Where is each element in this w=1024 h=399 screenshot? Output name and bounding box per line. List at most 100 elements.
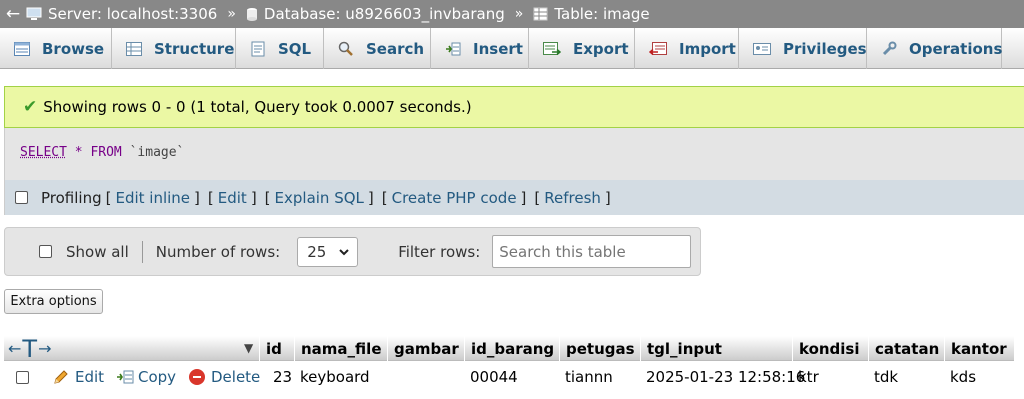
create-php-code-link[interactable]: Create PHP code bbox=[392, 189, 517, 207]
sql-select-keyword[interactable]: SELECT bbox=[20, 145, 67, 160]
tab-sql-label: SQL bbox=[278, 39, 312, 58]
row-checkbox-cell bbox=[16, 361, 29, 393]
profiling-label: Profiling bbox=[41, 188, 102, 207]
profiling-checkbox[interactable] bbox=[15, 191, 28, 204]
back-arrow-icon[interactable]: ← bbox=[0, 4, 26, 24]
edit-label: Edit bbox=[75, 368, 105, 386]
insert-icon bbox=[445, 41, 461, 57]
table-header: ← T → ▼ id nama_file gambar id_barang pe… bbox=[4, 334, 1014, 363]
table-row: Edit Copy Delete 23 keyboard 00044 tiann… bbox=[4, 361, 1014, 393]
search-icon bbox=[338, 41, 354, 57]
row-checkbox[interactable] bbox=[16, 370, 29, 384]
col-header-gambar[interactable]: gambar bbox=[387, 336, 459, 361]
cell-id-barang[interactable]: 00044 bbox=[470, 361, 518, 393]
tab-export[interactable]: Export bbox=[529, 28, 635, 69]
pencil-icon bbox=[54, 370, 68, 384]
delete-icon bbox=[189, 369, 205, 385]
divider bbox=[141, 240, 143, 263]
crumb-table-label: Table: image bbox=[554, 5, 650, 23]
col-header-tgl-input[interactable]: tgl_input bbox=[640, 336, 722, 361]
import-icon bbox=[649, 41, 667, 57]
chevron-down-icon bbox=[339, 248, 349, 255]
tab-sql[interactable]: SQL bbox=[236, 28, 324, 69]
crumb-server[interactable]: Server: localhost:3306 bbox=[26, 5, 217, 23]
show-all-checkbox[interactable] bbox=[39, 245, 52, 258]
tab-export-label: Export bbox=[573, 39, 629, 58]
tab-insert-label: Insert bbox=[473, 39, 523, 58]
tab-operations-label: Operations bbox=[909, 39, 1003, 58]
breadcrumb: ← Server: localhost:3306 » Database: u89… bbox=[0, 0, 1024, 28]
structure-icon bbox=[126, 41, 142, 57]
check-icon: ✔ bbox=[23, 97, 38, 117]
operations-icon bbox=[881, 41, 897, 57]
export-icon bbox=[543, 41, 561, 57]
crumb-table[interactable]: Table: image bbox=[533, 5, 650, 23]
rows-select[interactable]: 25 bbox=[297, 236, 359, 267]
copy-label: Copy bbox=[138, 368, 177, 386]
navigation-bar: Show all Number of rows: 25 Filter rows:… bbox=[4, 227, 701, 276]
crumb-separator: » bbox=[227, 6, 236, 22]
tab-browse[interactable]: Browse bbox=[0, 28, 112, 69]
rows-select-value: 25 bbox=[307, 242, 327, 261]
edit-link[interactable]: Edit bbox=[218, 189, 247, 207]
success-message: ✔ Showing rows 0 - 0 (1 total, Query too… bbox=[4, 86, 1024, 128]
crumb-server-label: Server: localhost:3306 bbox=[48, 5, 218, 23]
tab-browse-label: Browse bbox=[42, 39, 105, 58]
tab-more[interactable] bbox=[1002, 28, 1024, 69]
sql-table-name: `image` bbox=[129, 145, 185, 160]
tab-search-label: Search bbox=[366, 39, 425, 58]
profiling-bar: Profiling [Edit inline] [Edit] [Explain … bbox=[4, 180, 1024, 215]
col-header-id-barang[interactable]: id_barang bbox=[464, 336, 554, 361]
delete-button[interactable]: Delete bbox=[189, 361, 260, 393]
server-icon bbox=[26, 7, 42, 20]
tab-structure-label: Structure bbox=[154, 39, 235, 58]
filter-rows-label: Filter rows: bbox=[398, 242, 481, 261]
cell-kondisi[interactable]: ktr bbox=[798, 361, 819, 393]
tab-insert[interactable]: Insert bbox=[431, 28, 529, 69]
cell-nama-file[interactable]: keyboard bbox=[300, 361, 370, 393]
tab-privileges-label: Privileges bbox=[783, 39, 867, 58]
cell-id[interactable]: 23 bbox=[273, 361, 292, 393]
col-header-id[interactable]: id bbox=[259, 336, 282, 361]
crumb-database[interactable]: Database: u8926603_invbarang bbox=[246, 5, 505, 23]
cell-tgl-input[interactable]: 2025-01-23 12:58:16 bbox=[646, 361, 805, 393]
delete-label: Delete bbox=[211, 368, 261, 386]
show-all-label: Show all bbox=[66, 242, 129, 261]
tab-privileges[interactable]: Privileges bbox=[739, 28, 867, 69]
edit-inline-link[interactable]: Edit inline bbox=[115, 189, 190, 207]
filter-rows-placeholder: Search this table bbox=[499, 242, 626, 261]
col-header-catatan[interactable]: catatan bbox=[868, 336, 939, 361]
copy-button[interactable]: Copy bbox=[116, 361, 176, 393]
browse-icon bbox=[14, 41, 30, 57]
success-message-text: Showing rows 0 - 0 (1 total, Query took … bbox=[43, 98, 472, 116]
refresh-link[interactable]: Refresh bbox=[544, 189, 601, 207]
table-icon bbox=[533, 7, 548, 21]
cell-kantor[interactable]: kds bbox=[950, 361, 976, 393]
sql-query: SELECT * FROM `image` bbox=[4, 128, 1024, 180]
cell-petugas[interactable]: tiannn bbox=[565, 361, 613, 393]
explain-sql-link[interactable]: Explain SQL bbox=[275, 189, 364, 207]
database-icon bbox=[246, 7, 257, 21]
cell-catatan[interactable]: tdk bbox=[874, 361, 898, 393]
sql-from-keyword: FROM bbox=[90, 145, 122, 160]
tee-icon: T bbox=[22, 334, 38, 363]
col-header-petugas[interactable]: petugas bbox=[559, 336, 635, 361]
col-header-nama-file[interactable]: nama_file bbox=[294, 336, 382, 361]
crumb-separator: » bbox=[514, 6, 524, 22]
tab-search[interactable]: Search bbox=[324, 28, 431, 69]
crumb-database-label: Database: u8926603_invbarang bbox=[263, 5, 505, 23]
tab-import[interactable]: Import bbox=[635, 28, 739, 69]
privileges-icon bbox=[753, 41, 771, 57]
sort-dropdown-icon[interactable]: ▼ bbox=[244, 341, 253, 355]
col-header-kondisi[interactable]: kondisi bbox=[792, 336, 860, 361]
edit-button[interactable]: Edit bbox=[52, 361, 104, 393]
tab-operations[interactable]: Operations bbox=[867, 28, 1002, 69]
rows-label: Number of rows: bbox=[155, 242, 281, 261]
extra-options-button[interactable]: Extra options bbox=[4, 289, 103, 314]
tab-structure[interactable]: Structure bbox=[112, 28, 236, 69]
col-header-kantor[interactable]: kantor bbox=[944, 336, 1007, 361]
column-arrows[interactable]: ← T → bbox=[8, 334, 51, 363]
tab-bar: Browse Structure SQL Search Insert Expor… bbox=[0, 28, 1024, 69]
filter-rows-input[interactable]: Search this table bbox=[492, 235, 692, 268]
tab-import-label: Import bbox=[679, 39, 736, 58]
